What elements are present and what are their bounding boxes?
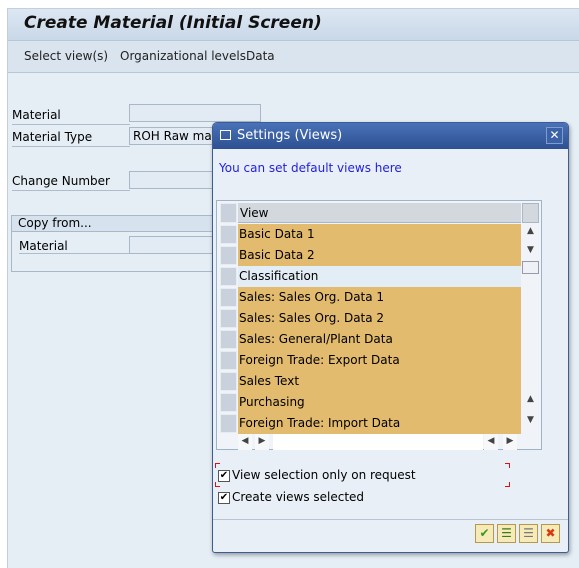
scroll-up-bottom-icon[interactable]: ▲	[522, 394, 539, 404]
column-settings-button[interactable]	[522, 203, 539, 223]
data-button[interactable]: Data	[246, 49, 275, 63]
deselect-all-button[interactable]: ☰	[519, 524, 538, 543]
title-bar: Create Material (Initial Screen)	[8, 9, 579, 41]
copy-material-label: Material	[19, 239, 129, 254]
view-selection-on-request-checkbox[interactable]: ✔	[218, 470, 230, 482]
horizontal-scrollbar[interactable]	[273, 432, 483, 450]
row-selector[interactable]	[220, 414, 237, 433]
scroll-right-end-icon[interactable]: ▶	[503, 432, 517, 450]
confirm-button[interactable]: ✔	[475, 524, 494, 543]
focus-corner	[505, 482, 510, 487]
create-views-selected-checkbox[interactable]: ✔	[218, 492, 230, 504]
settings-views-dialog: Settings (Views) ✕ You can set default v…	[212, 122, 569, 553]
application-toolbar: Select view(s) Organizational levels Dat…	[8, 41, 579, 73]
row-selector[interactable]	[220, 246, 237, 265]
focus-corner	[505, 463, 510, 468]
table-row[interactable]: Sales: Sales Org. Data 1	[238, 287, 521, 308]
close-button[interactable]: ✕	[546, 127, 563, 144]
material-type-label: Material Type	[12, 130, 130, 147]
row-selector[interactable]	[220, 351, 237, 370]
view-selection-on-request-label: View selection only on request	[232, 468, 416, 482]
material-input[interactable]	[129, 104, 261, 122]
table-row[interactable]: Foreign Trade: Export Data	[238, 350, 521, 371]
focus-corner	[215, 463, 220, 468]
cancel-button[interactable]: ✖	[541, 524, 560, 543]
dialog-title-bar: Settings (Views) ✕	[213, 123, 568, 149]
dialog-title: Settings (Views)	[237, 128, 343, 143]
views-table: View ▲ ▼ ▲ ▼ ◀ ▶ ◀ ▶ Basic Data 1 Basic D…	[216, 200, 542, 450]
organizational-levels-button[interactable]: Organizational levels	[120, 49, 246, 63]
row-selector[interactable]	[220, 393, 237, 412]
table-row[interactable]: Basic Data 2	[238, 245, 521, 266]
create-views-selected-label: Create views selected	[232, 490, 365, 504]
row-selector[interactable]	[220, 309, 237, 328]
page-title: Create Material (Initial Screen)	[24, 13, 322, 33]
table-row[interactable]: Basic Data 1	[238, 224, 521, 245]
material-label: Material	[12, 108, 130, 125]
info-text: You can set default views here	[219, 161, 402, 175]
table-row[interactable]: Foreign Trade: Import Data	[238, 413, 521, 434]
row-selector[interactable]	[220, 330, 237, 349]
scroll-down-icon[interactable]: ▼	[522, 245, 539, 255]
change-number-label: Change Number	[12, 174, 130, 191]
scroll-right-icon[interactable]: ▶	[255, 432, 269, 450]
select-all-button[interactable]: ☰	[497, 524, 516, 543]
window-icon	[220, 130, 231, 140]
table-row[interactable]: Sales: Sales Org. Data 2	[238, 308, 521, 329]
scroll-left-end-icon[interactable]: ◀	[484, 432, 498, 450]
row-selector[interactable]	[220, 267, 237, 286]
scroll-up-icon[interactable]: ▲	[522, 226, 539, 236]
column-header-view[interactable]: View	[238, 203, 521, 223]
row-selector[interactable]	[220, 225, 237, 244]
table-row[interactable]: Classification	[238, 266, 521, 287]
select-all-cell[interactable]	[220, 203, 237, 223]
row-selector[interactable]	[220, 372, 237, 391]
table-row[interactable]: Sales Text	[238, 371, 521, 392]
scroll-down-bottom-icon[interactable]: ▼	[522, 415, 539, 425]
scroll-left-icon[interactable]: ◀	[238, 432, 252, 450]
table-row[interactable]: Purchasing	[238, 392, 521, 413]
table-row[interactable]: Sales: General/Plant Data	[238, 329, 521, 350]
row-selector[interactable]	[220, 288, 237, 307]
select-views-button[interactable]: Select view(s)	[24, 49, 108, 63]
scrollbar-thumb[interactable]	[522, 261, 539, 274]
focus-corner	[215, 482, 220, 487]
